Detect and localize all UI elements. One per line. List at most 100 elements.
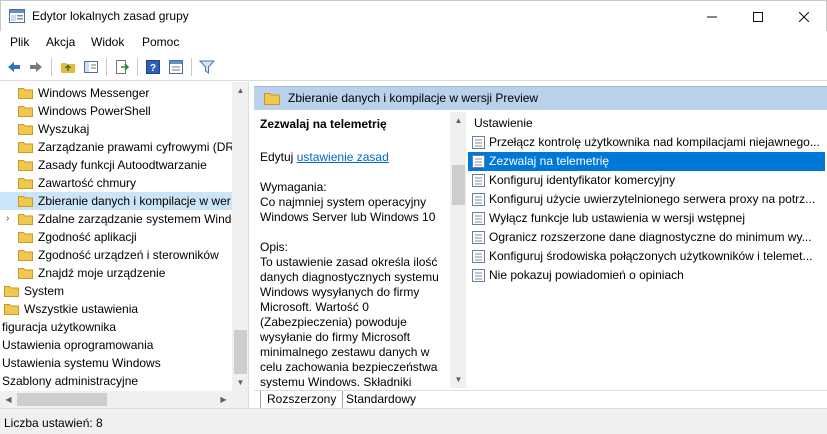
tree-item[interactable]: Zgodność aplikacji (0, 228, 232, 246)
tree-horizontal-scrollbar[interactable]: ◀ ▶ (0, 391, 248, 408)
tree-item[interactable]: Zasady funkcji Autoodtwarzanie (0, 156, 232, 174)
policy-title: Zezwalaj na telemetrię (260, 117, 387, 131)
policy-setting-row[interactable]: Ogranicz rozszerzone dane diagnostyczne … (468, 228, 825, 247)
tree-item[interactable]: Ustawienia systemu Windows (0, 354, 232, 372)
scroll-right-arrow[interactable]: ▶ (215, 391, 232, 408)
scroll-thumb[interactable] (234, 330, 247, 374)
policy-setting-label: Konfiguruj środowiska połączonych użytko… (489, 249, 813, 263)
folder-icon (18, 142, 33, 153)
policy-setting-row[interactable]: Zezwalaj na telemetrię (468, 152, 825, 171)
policy-setting-icon (472, 212, 485, 225)
expand-chevron-icon[interactable]: › (6, 210, 16, 228)
policy-setting-icon (472, 193, 485, 206)
up-folder-button[interactable] (58, 57, 78, 77)
tree-item-label: Zasady funkcji Autoodtwarzanie (38, 158, 207, 172)
tree-item[interactable]: Zbieranie danych i kompilacje w wer (0, 192, 232, 210)
scroll-up-arrow[interactable]: ▲ (232, 82, 248, 99)
tree-item-label: Windows PowerShell (38, 104, 151, 118)
console-tree[interactable]: Windows Messenger Windows PowerShell Wyszu… (0, 82, 249, 408)
back-button[interactable] (4, 57, 24, 77)
tree-item[interactable]: Znajdź moje urządzenie (0, 264, 232, 282)
column-header-setting[interactable]: Ustawienie (474, 116, 533, 130)
tree-item-label: Zgodność aplikacji (38, 230, 137, 244)
policy-setting-icon (472, 269, 485, 282)
description-panel: Zezwalaj na telemetrię Edytuj ustawienie… (254, 112, 466, 388)
folder-icon (18, 250, 33, 261)
tree-item[interactable]: › Zdalne zarządzanie systemem Windo (0, 210, 232, 228)
filter-icon (199, 60, 215, 74)
tree-item[interactable]: Zarządzanie prawami cyfrowymi (DR (0, 138, 232, 156)
tree-item[interactable]: Ustawienia oprogramowania (0, 336, 232, 354)
folder-icon (264, 93, 280, 105)
policy-setting-label: Nie pokazuj powiadomień o opiniach (489, 268, 684, 282)
scroll-thumb[interactable] (452, 165, 465, 205)
all-settings-folder-icon (4, 304, 19, 315)
requirements-text: Co najmniej system operacyjny Windows Se… (260, 195, 436, 224)
tree-item[interactable]: Wyszukaj (0, 120, 232, 138)
details-pane: Zbieranie danych i kompilacje w wersji P… (254, 82, 827, 408)
tree-item[interactable]: figuracja użytkownika (0, 318, 232, 336)
export-list-button[interactable] (112, 57, 132, 77)
policy-setting-label: Przełącz kontrolę użytkownika nad kompil… (489, 135, 820, 149)
status-bar: Liczba ustawień: 8 (0, 408, 827, 434)
description-line: danych diagnostycznych systemu (260, 270, 439, 284)
policy-setting-row[interactable]: Nie pokazuj powiadomień o opiniach (468, 266, 825, 285)
filter-button[interactable] (197, 57, 217, 77)
properties-icon (169, 60, 183, 74)
properties-button[interactable] (166, 57, 186, 77)
category-header: Zbieranie danych i kompilacje w wersji P… (254, 86, 827, 110)
view-tabs: Rozszerzony Standardowy (254, 390, 827, 409)
description-line: To ustawienie zasad określa ilość (260, 255, 438, 269)
policy-setting-icon (472, 155, 485, 168)
folder-icon (18, 88, 33, 99)
policy-setting-row[interactable]: Konfiguruj środowiska połączonych użytko… (468, 247, 825, 266)
svg-text:?: ? (150, 63, 156, 74)
scroll-left-arrow[interactable]: ◀ (0, 391, 17, 408)
tree-item[interactable]: System (0, 282, 232, 300)
minimize-button[interactable] (689, 1, 735, 32)
folder-icon (18, 178, 33, 189)
tree-vertical-scrollbar[interactable]: ▲ ▼ (232, 82, 248, 391)
close-button[interactable] (781, 1, 827, 32)
settings-count: Liczba ustawień: 8 (4, 416, 103, 430)
menu-pomoc[interactable]: Pomoc (142, 35, 179, 49)
requirements-label: Wymagania: (260, 180, 327, 194)
description-text: To ustawienie zasad określa ilość danych … (260, 255, 446, 388)
settings-list[interactable]: Ustawienie Przełącz kontrolę użytkownika… (468, 112, 827, 402)
description-scrollbar[interactable]: ▲ ▼ (450, 112, 466, 388)
edit-line: Edytuj ustawienie zasad (260, 150, 446, 165)
window-title: Edytor lokalnych zasad grupy (32, 9, 189, 23)
scroll-thumb[interactable] (17, 393, 107, 406)
tree-item[interactable]: Wszystkie ustawienia (0, 300, 232, 318)
tab-standard[interactable]: Standardowy (340, 391, 422, 409)
tree-item-label: figuracja użytkownika (2, 320, 117, 334)
tree-item-label: Zdalne zarządzanie systemem Windo (38, 212, 232, 226)
forward-button[interactable] (26, 57, 46, 77)
tree-item[interactable]: Szablony administracyjne (0, 372, 232, 390)
policy-setting-row[interactable]: Wyłącz funkcje lub ustawienia w wersji w… (468, 209, 825, 228)
show-hide-tree-button[interactable] (81, 57, 101, 77)
up-folder-icon (61, 63, 75, 73)
policy-setting-icon (472, 231, 485, 244)
menu-plik[interactable]: Plik (10, 35, 29, 49)
tree-item-label: Zawartość chmury (38, 176, 137, 190)
edit-policy-link[interactable]: ustawienie zasad (297, 150, 389, 164)
policy-setting-row[interactable]: Przełącz kontrolę użytkownika nad kompil… (468, 133, 825, 152)
scroll-down-arrow[interactable]: ▼ (232, 374, 248, 391)
tree-item[interactable]: Zgodność urządzeń i sterowników (0, 246, 232, 264)
tree-item[interactable]: Windows Messenger (0, 84, 232, 102)
menu-widok[interactable]: Widok (91, 35, 124, 49)
policy-setting-row[interactable]: Konfiguruj użycie uwierzytelnionego serw… (468, 190, 825, 209)
maximize-button[interactable] (735, 1, 781, 32)
help-button[interactable]: ? (143, 57, 163, 77)
title-bar: Edytor lokalnych zasad grupy (0, 0, 827, 31)
scroll-up-arrow[interactable]: ▲ (450, 112, 466, 129)
scroll-down-arrow[interactable]: ▼ (450, 371, 466, 388)
menu-akcja[interactable]: Akcja (46, 35, 75, 49)
tree-item[interactable]: Windows PowerShell (0, 102, 232, 120)
folder-icon (18, 268, 33, 279)
back-arrow-icon (8, 62, 20, 72)
tree-item[interactable]: Zawartość chmury (0, 174, 232, 192)
tab-extended[interactable]: Rozszerzony (260, 391, 344, 409)
policy-setting-row[interactable]: Konfiguruj identyfikator komercyjny (468, 171, 825, 190)
